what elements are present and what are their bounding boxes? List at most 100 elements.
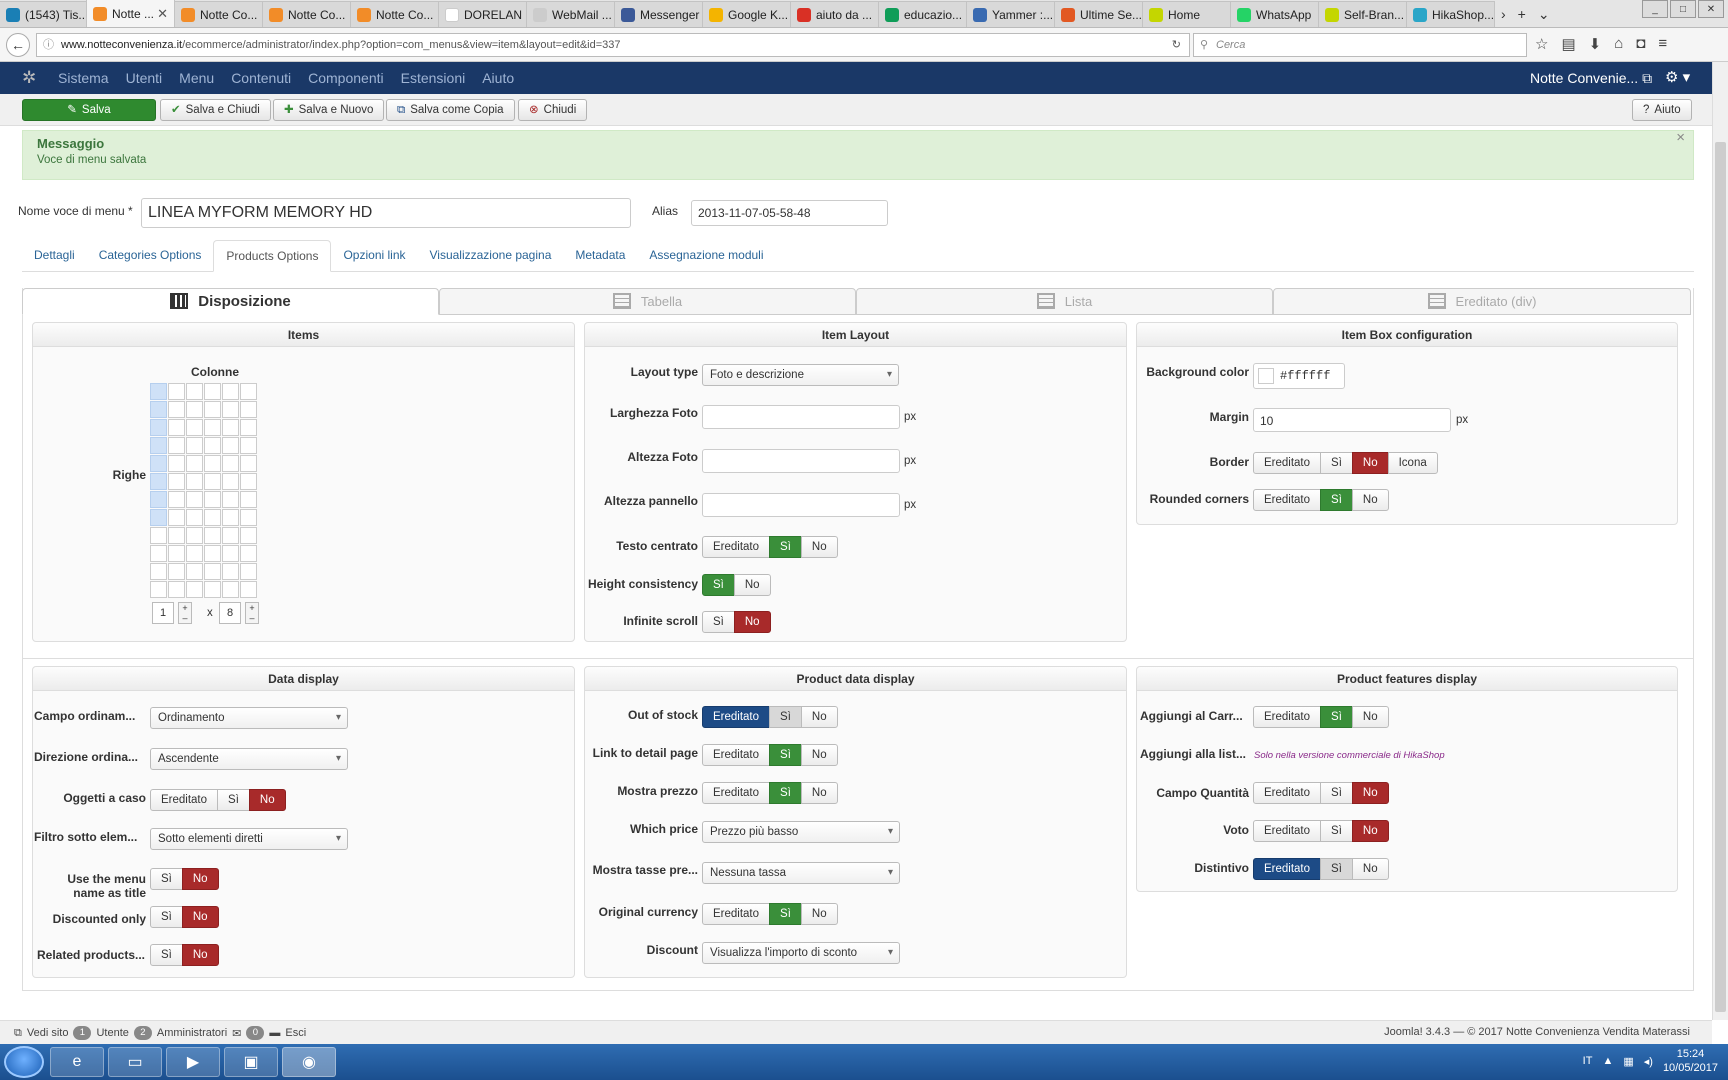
close-tab-icon[interactable]: ✕ <box>157 6 168 22</box>
reload-icon[interactable]: ↻ <box>1172 34 1181 56</box>
option-no[interactable]: No <box>1351 706 1389 728</box>
grid-cell[interactable] <box>204 437 221 454</box>
option-yes[interactable]: Sì <box>1320 858 1353 880</box>
grid-cell[interactable] <box>168 437 185 454</box>
grid-cell[interactable] <box>186 473 203 490</box>
home-icon[interactable]: ⌂ <box>1614 35 1623 53</box>
grid-cell[interactable] <box>150 581 167 598</box>
volume-icon[interactable]: ◂) <box>1644 1055 1653 1068</box>
grid-cell[interactable] <box>186 527 203 544</box>
grid-cell[interactable] <box>168 473 185 490</box>
grid-size-picker[interactable] <box>150 383 257 598</box>
envelope-icon[interactable]: ✉ <box>232 1027 241 1040</box>
tray-expand-icon[interactable]: ▲ <box>1602 1055 1613 1067</box>
download-icon[interactable]: ⬇ <box>1589 35 1602 53</box>
browser-tab[interactable]: Home <box>1142 1 1231 27</box>
save-new-button[interactable]: ✚ Salva e Nuovo <box>273 99 385 121</box>
alias-input[interactable]: 2013-11-07-05-58-48 <box>691 200 888 226</box>
grid-cell[interactable] <box>240 509 257 526</box>
close-button[interactable]: ⊗ Chiudi <box>518 99 588 121</box>
save-close-button[interactable]: ✔ Salva e Chiudi <box>160 99 271 121</box>
grid-cell[interactable] <box>150 419 167 436</box>
page-tab[interactable]: Opzioni link <box>331 240 417 272</box>
grid-cell[interactable] <box>240 581 257 598</box>
grid-cell[interactable] <box>168 545 185 562</box>
grid-cell[interactable] <box>204 491 221 508</box>
grid-cell[interactable] <box>240 401 257 418</box>
option-no[interactable]: No <box>248 789 286 811</box>
option-no[interactable]: No <box>800 782 838 804</box>
vertical-scrollbar[interactable] <box>1712 62 1728 1020</box>
grid-cell[interactable] <box>240 473 257 490</box>
option-no[interactable]: No <box>181 944 219 966</box>
page-tab[interactable]: Metadata <box>563 240 637 272</box>
option-no[interactable]: No <box>800 744 838 766</box>
option-yes[interactable]: Sì <box>769 903 802 925</box>
grid-cell[interactable] <box>222 509 239 526</box>
view-site-link[interactable]: Vedi sito <box>27 1027 69 1039</box>
save-button[interactable]: ✎ Salva <box>22 99 156 121</box>
option-yes[interactable]: Sì <box>769 706 802 728</box>
option-yes[interactable]: Sì <box>1320 489 1353 511</box>
option-inherited[interactable]: Ereditato <box>150 789 219 811</box>
grid-cell[interactable] <box>186 509 203 526</box>
grid-cell[interactable] <box>240 419 257 436</box>
tab-list-icon[interactable]: ⌄ <box>1538 6 1550 23</box>
option-yes[interactable]: Sì <box>702 574 735 596</box>
grid-cell[interactable] <box>204 545 221 562</box>
hamburger-menu-icon[interactable]: ≡ <box>1658 35 1667 53</box>
grid-cell[interactable] <box>240 455 257 472</box>
columns-value[interactable]: 1 <box>152 602 174 624</box>
option-yes[interactable]: Sì <box>769 782 802 804</box>
option-no[interactable]: No <box>733 574 771 596</box>
scrollbar-thumb[interactable] <box>1715 142 1726 1012</box>
option-inherited[interactable]: Ereditato <box>1253 706 1322 728</box>
option-no[interactable]: No <box>800 536 838 558</box>
order-direction-select[interactable]: Ascendente <box>150 748 348 770</box>
option-inherited[interactable]: Ereditato <box>1253 820 1322 842</box>
which-price-select[interactable]: Prezzo più basso <box>702 821 900 843</box>
joomla-logo-icon[interactable]: ✲ <box>22 68 36 88</box>
browser-tab[interactable]: WhatsApp <box>1230 1 1319 27</box>
columns-stepper[interactable]: + – <box>178 602 192 624</box>
option-yes[interactable]: Sì <box>217 789 250 811</box>
office-icon[interactable]: ▣ <box>224 1047 278 1077</box>
reading-list-icon[interactable]: ▤ <box>1561 35 1575 53</box>
grid-cell[interactable] <box>204 455 221 472</box>
grid-cell[interactable] <box>204 527 221 544</box>
save-copy-button[interactable]: ⧉ Salva come Copia <box>386 99 515 121</box>
admin-menu-item[interactable]: Componenti <box>308 70 384 86</box>
menu-item-name-input[interactable]: LINEA MYFORM MEMORY HD <box>141 198 631 228</box>
close-message-icon[interactable]: × <box>1676 129 1685 146</box>
photo-width-input[interactable] <box>702 405 900 429</box>
panel-height-input[interactable] <box>702 493 900 517</box>
grid-cell[interactable] <box>168 581 185 598</box>
option-yes[interactable]: Sì <box>150 906 183 928</box>
option-inherited[interactable]: Ereditato <box>702 782 771 804</box>
rows-value[interactable]: 8 <box>219 602 241 624</box>
show-tax-select[interactable]: Nessuna tassa <box>702 862 900 884</box>
network-icon[interactable]: ▦ <box>1623 1055 1633 1068</box>
page-tab[interactable]: Dettagli <box>22 240 87 272</box>
option-inherited[interactable]: Ereditato <box>1253 858 1322 880</box>
browser-search-input[interactable]: ⚲ Cerca <box>1193 33 1527 57</box>
grid-cell[interactable] <box>168 563 185 580</box>
option-yes[interactable]: Sì <box>702 611 735 633</box>
language-indicator[interactable]: IT <box>1583 1055 1593 1067</box>
pocket-icon[interactable]: ◘ <box>1636 35 1645 53</box>
browser-tab[interactable]: DORELAN LI... <box>438 1 527 27</box>
layout-type-select[interactable]: Foto e descrizione <box>702 364 899 386</box>
close-icon[interactable]: ✕ <box>1698 0 1724 18</box>
grid-cell[interactable] <box>150 473 167 490</box>
filter-sub-elements-select[interactable]: Sotto elementi diretti <box>150 828 348 850</box>
grid-cell[interactable] <box>150 545 167 562</box>
start-button[interactable] <box>4 1046 44 1078</box>
grid-cell[interactable] <box>204 509 221 526</box>
page-tab[interactable]: Products Options <box>213 240 332 272</box>
grid-cell[interactable] <box>168 509 185 526</box>
grid-cell[interactable] <box>204 401 221 418</box>
option-no[interactable]: No <box>1351 489 1389 511</box>
grid-cell[interactable] <box>222 563 239 580</box>
grid-cell[interactable] <box>222 581 239 598</box>
admins-label[interactable]: Amministratori <box>157 1027 227 1039</box>
